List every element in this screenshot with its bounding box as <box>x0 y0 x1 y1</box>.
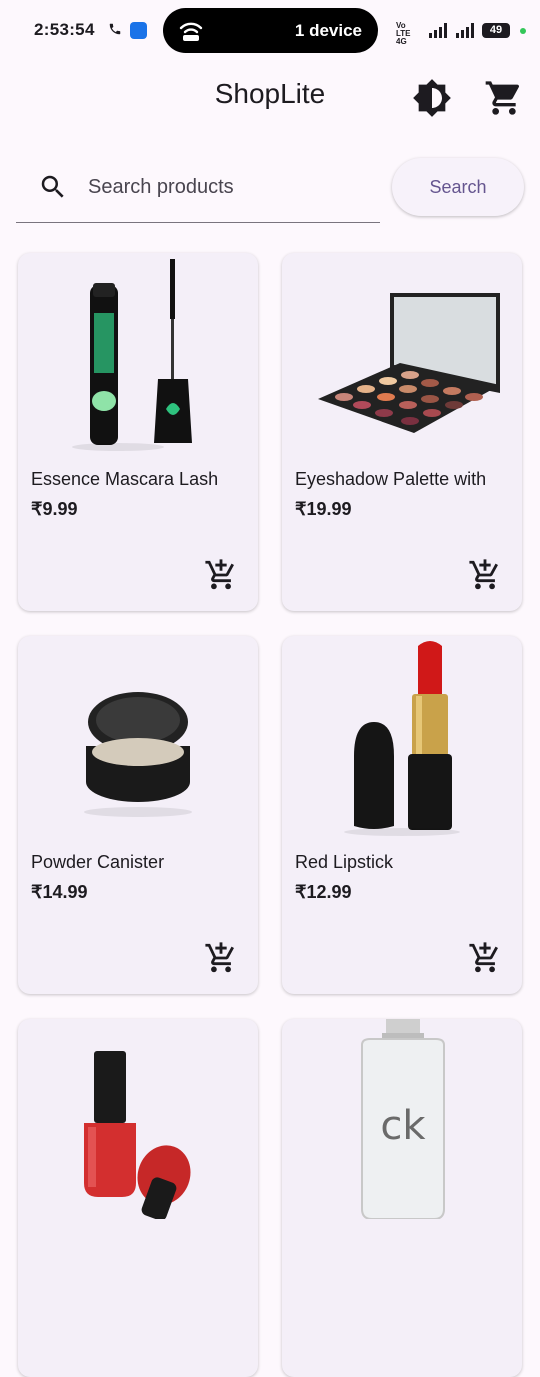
hotspot-device-count: 1 device <box>294 21 362 40</box>
hotspot-pill[interactable]: 1 device <box>163 8 378 53</box>
search-icon <box>41 175 64 198</box>
signal-strength-icon <box>456 23 474 38</box>
product-image-mascara <box>72 259 192 451</box>
battery-indicator: 49 <box>482 23 510 38</box>
product-title: Red Lipstick <box>295 852 394 872</box>
product-price: ₹14.99 <box>31 882 88 902</box>
status-bar: 2:53:54 1 device Vo LTE 4G 49 <box>0 0 540 62</box>
product-card[interactable]: Eyeshadow Palette with ₹19.99 <box>282 253 522 611</box>
product-title: Essence Mascara Lash <box>31 469 219 489</box>
product-image-nail-polish <box>84 1051 191 1219</box>
product-card[interactable]: Red Lipstick ₹12.99 <box>282 636 522 994</box>
add-to-cart-icon[interactable] <box>204 941 238 975</box>
product-card[interactable] <box>18 1019 258 1377</box>
search-button[interactable]: Search <box>392 158 524 216</box>
product-image-perfume-bottle: ck <box>361 1019 445 1219</box>
hotspot-icon <box>179 22 203 41</box>
search-input[interactable] <box>88 170 368 204</box>
notification-app-icon <box>130 22 147 39</box>
product-price: ₹9.99 <box>31 499 78 519</box>
status-time: 2:53:54 <box>34 20 95 39</box>
phone-call-icon <box>109 23 121 35</box>
product-card[interactable]: Powder Canister ₹14.99 <box>18 636 258 994</box>
add-to-cart-icon[interactable] <box>468 941 502 975</box>
product-card[interactable]: ck <box>282 1019 522 1377</box>
shopping-cart-icon[interactable] <box>484 78 524 118</box>
add-to-cart-icon[interactable] <box>468 558 502 592</box>
product-image-red-lipstick <box>344 641 460 836</box>
product-price: ₹12.99 <box>295 882 352 902</box>
svg-text:ck: ck <box>380 1103 426 1149</box>
app-title: ShopLite <box>214 78 326 109</box>
product-title: Eyeshadow Palette with <box>295 469 487 489</box>
product-image-eyeshadow-palette <box>318 293 500 433</box>
search-field[interactable] <box>16 156 380 223</box>
product-price: ₹19.99 <box>295 499 352 519</box>
product-card[interactable]: Essence Mascara Lash ₹9.99 <box>18 253 258 611</box>
brightness-contrast-icon[interactable] <box>412 78 452 118</box>
product-title: Powder Canister <box>31 852 165 872</box>
add-to-cart-icon[interactable] <box>204 558 238 592</box>
product-image-powder-canister <box>84 692 192 817</box>
network-type: Vo LTE 4G <box>396 21 411 46</box>
status-dot <box>520 28 526 34</box>
signal-strength-icon <box>429 23 447 38</box>
